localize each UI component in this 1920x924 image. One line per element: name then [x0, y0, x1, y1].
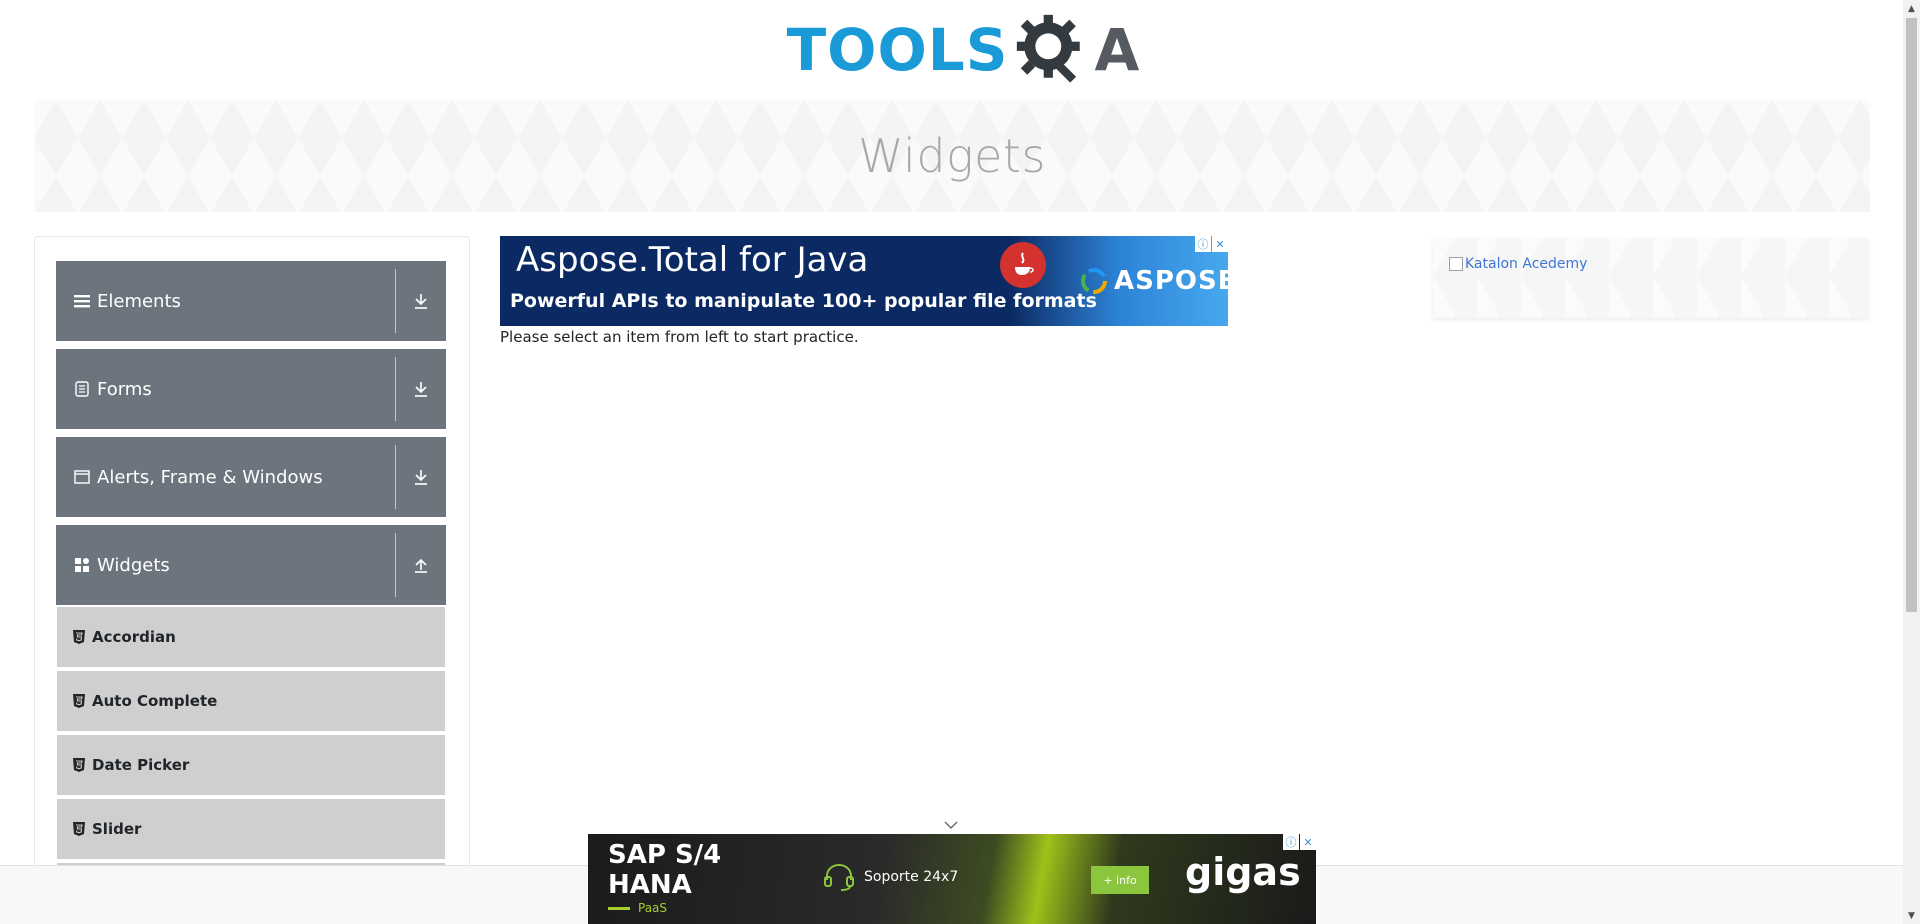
- ad-support: Soporte 24x7: [822, 862, 958, 892]
- ad-paas: PaaS: [608, 901, 667, 915]
- download-arrow-icon[interactable]: [396, 349, 446, 429]
- ad-info-icon[interactable]: ⓘ: [1283, 834, 1299, 850]
- page: TOOLS A Widgets Elements Forms Alerts, F…: [0, 0, 1920, 924]
- java-icon: [1000, 242, 1046, 288]
- ad-close-icon[interactable]: ✕: [1300, 834, 1316, 850]
- window-icon: [73, 468, 91, 486]
- broken-image-icon: [1449, 257, 1463, 271]
- katalon-ad: Katalon Acedemy: [1433, 238, 1869, 318]
- ad-sap-line2: HANA: [608, 870, 692, 900]
- ad-title: Aspose.Total for Java: [516, 240, 869, 280]
- scroll-up-arrow-icon[interactable]: ▲: [1903, 0, 1920, 17]
- ad-close-icon[interactable]: ✕: [1212, 236, 1228, 252]
- scrollbar-thumb[interactable]: [1906, 18, 1917, 612]
- headset-icon: [824, 863, 854, 891]
- logo-text-a: A: [1094, 16, 1141, 84]
- ad-info-icon[interactable]: ⓘ: [1195, 236, 1211, 252]
- aspose-ad-banner[interactable]: Aspose.Total for Java Powerful APIs to m…: [500, 236, 1228, 326]
- aspose-brand: ASPOSE: [1080, 266, 1228, 296]
- ad-info-button[interactable]: + info: [1091, 866, 1149, 894]
- upload-arrow-icon[interactable]: [396, 525, 446, 605]
- divider: [395, 445, 396, 509]
- form-icon: [73, 380, 91, 398]
- vertical-scrollbar[interactable]: ▲ ▼: [1903, 0, 1920, 924]
- sidebar-item-label: Date Picker: [92, 756, 190, 774]
- sidebar-item-accordian[interactable]: Accordian: [57, 607, 445, 669]
- ad-gigas-brand: gigas: [1185, 850, 1301, 894]
- download-arrow-icon[interactable]: [396, 261, 446, 341]
- ad-brand-name: ASPOSE: [1114, 266, 1228, 296]
- sidebar-group-alerts-frame-windows[interactable]: Alerts, Frame & Windows: [56, 437, 446, 517]
- sidebar: Elements Forms Alerts, Frame & Windows W…: [34, 236, 470, 924]
- download-arrow-icon[interactable]: [396, 437, 446, 517]
- aspose-logo-icon: [1081, 268, 1107, 294]
- header: TOOLS A: [0, 0, 1903, 100]
- gear-magnifier-icon: [1016, 14, 1080, 83]
- sidebar-group-label: Alerts, Frame & Windows: [97, 466, 323, 488]
- ad-controls: ⓘ ✕: [1195, 236, 1228, 252]
- gigas-ad-banner[interactable]: SAP S/4 HANA PaaS Soporte 24x7 + info gi…: [588, 834, 1316, 924]
- sidebar-group-widgets[interactable]: Widgets: [56, 525, 446, 605]
- ad-sap-line1: SAP S/4: [608, 840, 722, 870]
- html5-icon: [73, 630, 85, 644]
- chevron-down-icon[interactable]: [940, 818, 962, 832]
- sidebar-group-label: Widgets: [97, 554, 170, 576]
- instruction-text: Please select an item from left to start…: [500, 328, 859, 346]
- page-banner: Widgets: [34, 100, 1870, 212]
- sidebar-group-forms[interactable]: Forms: [56, 349, 446, 429]
- html5-icon: [73, 694, 85, 708]
- paas-bar: [608, 906, 630, 910]
- sidebar-item-auto-complete[interactable]: Auto Complete: [57, 671, 445, 733]
- widgets-grid-icon: [73, 556, 91, 574]
- sidebar-item-date-picker[interactable]: Date Picker: [57, 735, 445, 797]
- ad-sap-title: SAP S/4 HANA: [608, 840, 721, 900]
- sidebar-item-slider[interactable]: Slider: [57, 799, 445, 861]
- sidebar-group-elements[interactable]: Elements: [56, 261, 446, 341]
- ad-support-label: Soporte 24x7: [864, 869, 959, 885]
- katalon-ad-link[interactable]: Katalon Acedemy: [1449, 256, 1587, 272]
- sidebar-group-label: Elements: [97, 290, 181, 312]
- sidebar-group-label: Forms: [97, 378, 152, 400]
- toolsqa-logo[interactable]: TOOLS A: [787, 13, 1141, 87]
- ad-paas-label: PaaS: [638, 901, 668, 915]
- katalon-ad-alt-text: Katalon Acedemy: [1465, 256, 1588, 272]
- hamburger-icon: [73, 292, 91, 310]
- sidebar-item-label: Accordian: [92, 628, 176, 646]
- scroll-down-arrow-icon[interactable]: ▼: [1903, 907, 1920, 924]
- ad-subtitle: Powerful APIs to manipulate 100+ popular…: [510, 290, 1097, 312]
- divider: [395, 357, 396, 421]
- divider: [395, 269, 396, 333]
- sidebar-item-label: Slider: [92, 820, 142, 838]
- sidebar-item-label: Auto Complete: [92, 692, 218, 710]
- divider: [395, 533, 396, 597]
- logo-text-tools: TOOLS: [786, 16, 1009, 84]
- bottom-ad-controls: ⓘ ✕: [1283, 834, 1316, 850]
- html5-icon: [73, 822, 85, 836]
- html5-icon: [73, 758, 85, 772]
- page-title: Widgets: [858, 129, 1046, 183]
